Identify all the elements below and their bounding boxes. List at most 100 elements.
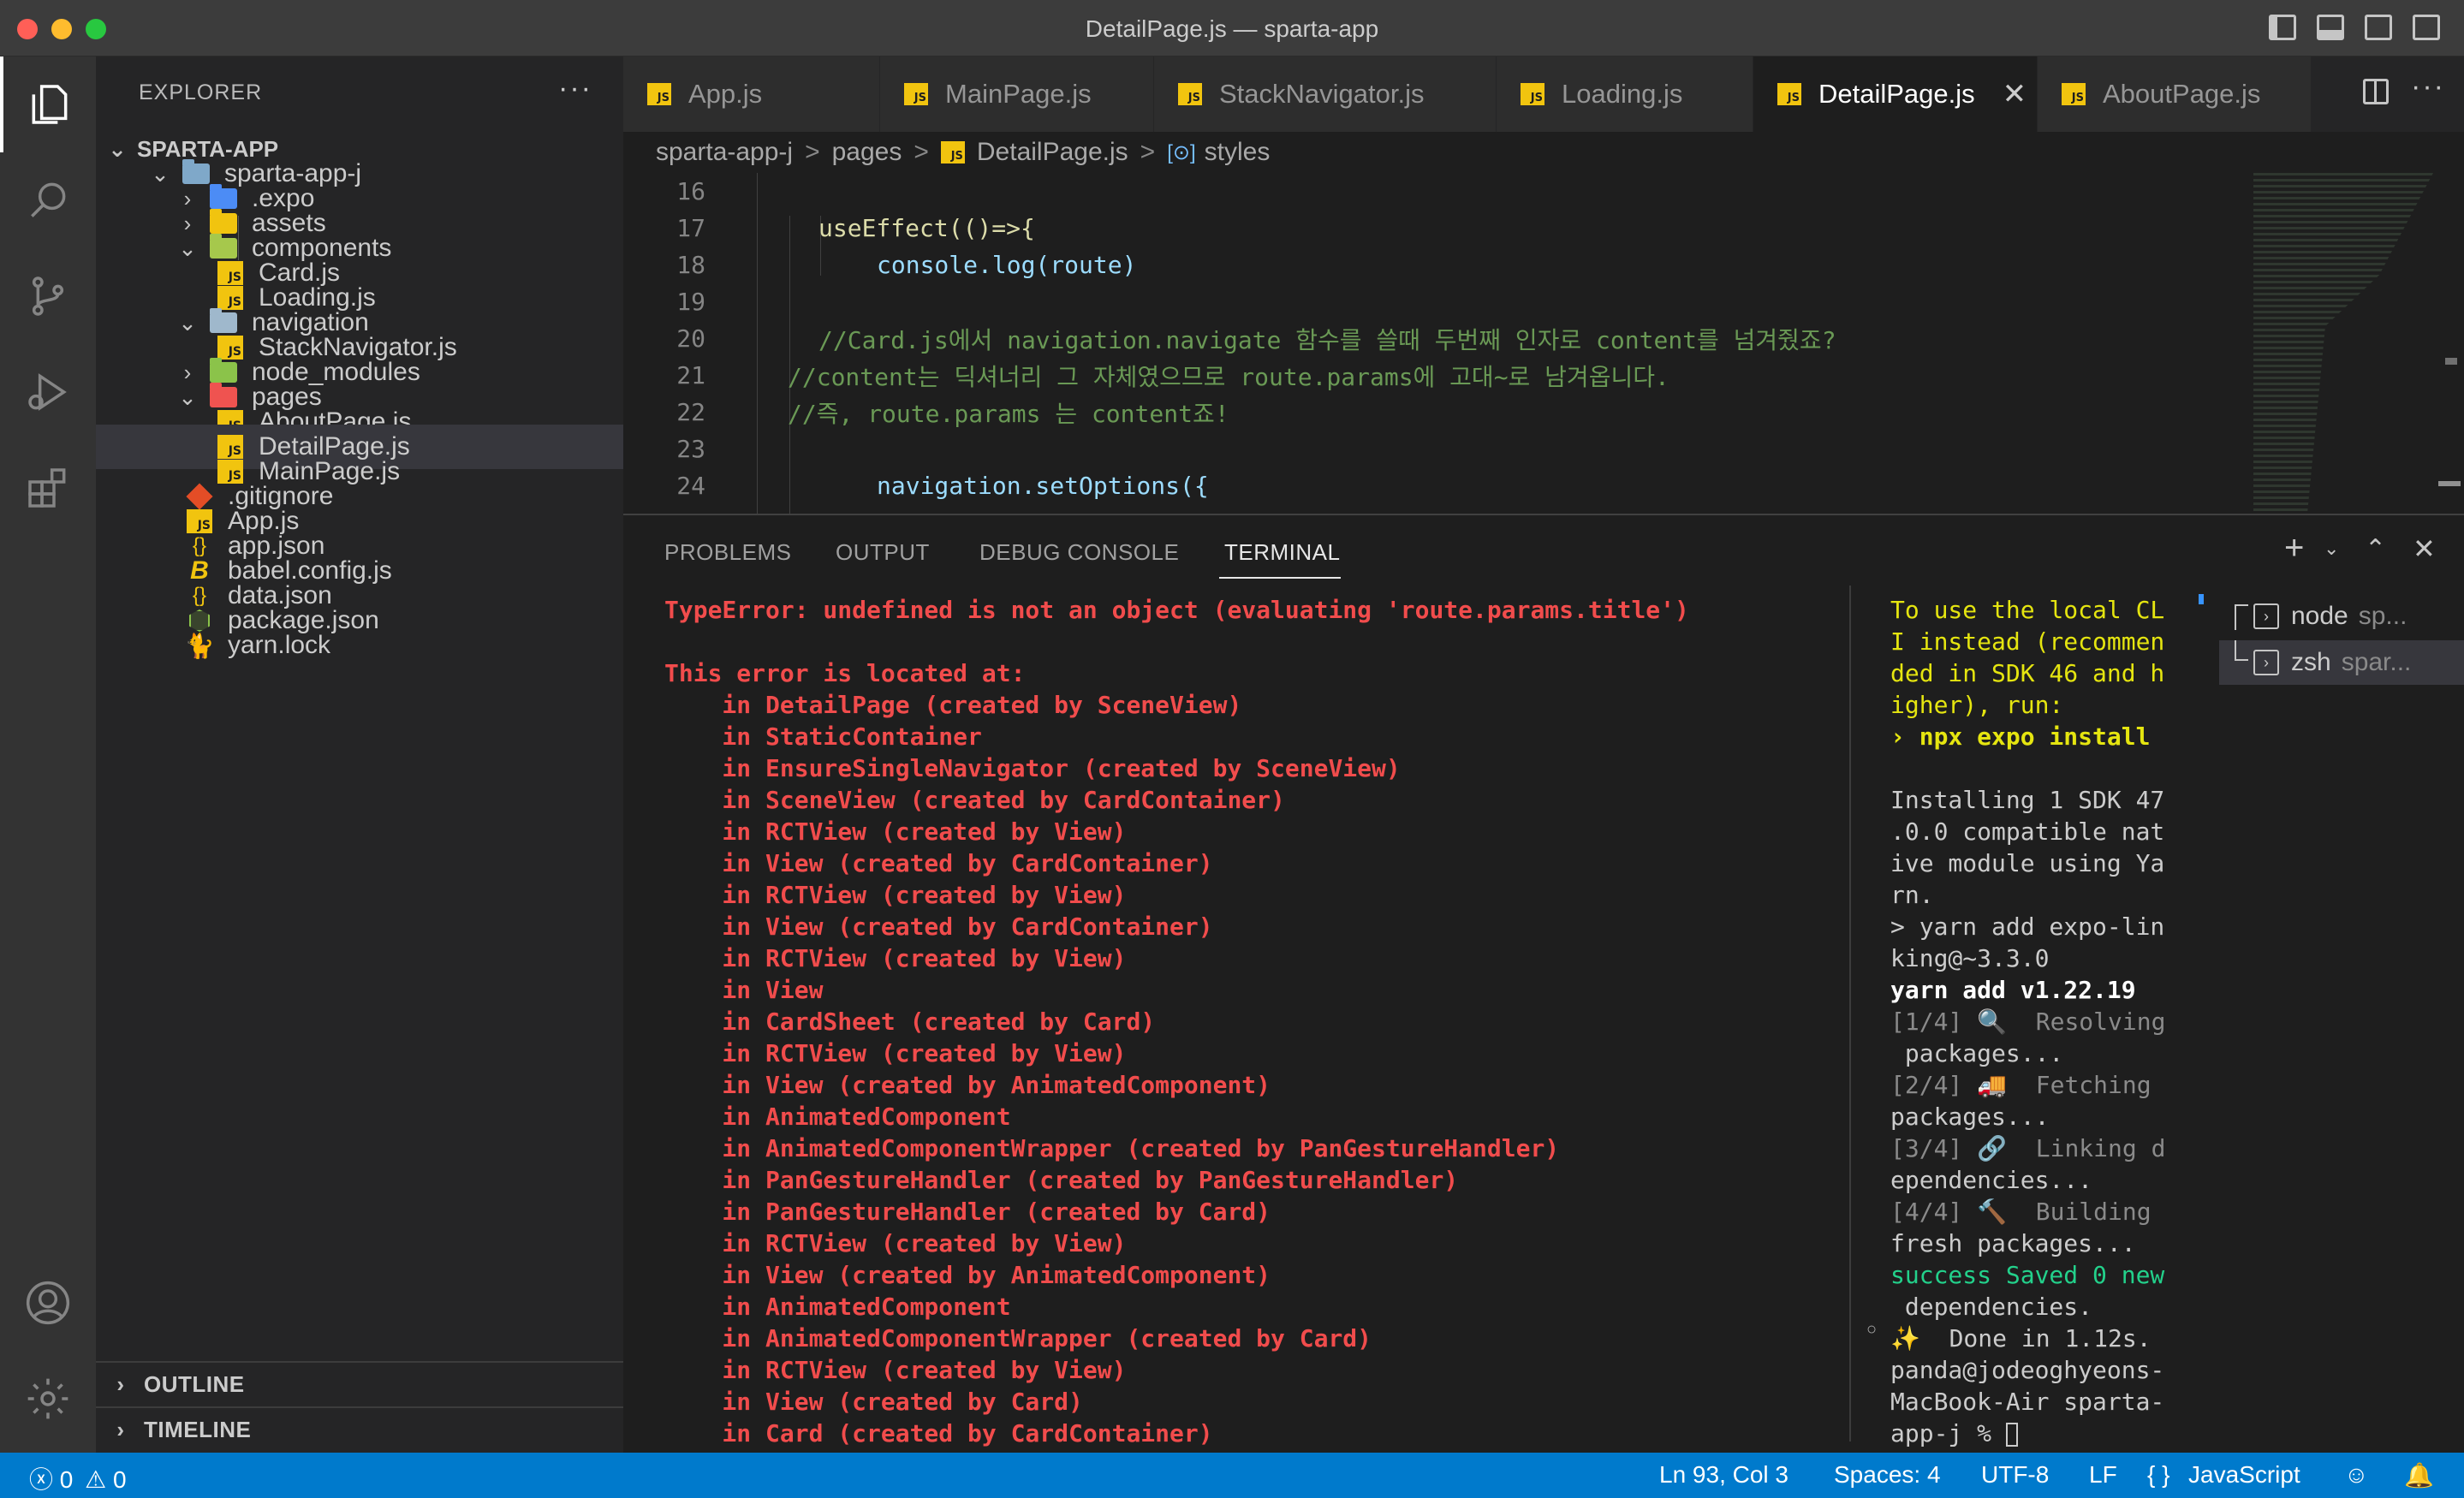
terminal-line: ✨ Done in 1.12s.	[1890, 1324, 2152, 1352]
terminal-list: › node sp... › zsh spar...	[2219, 586, 2464, 1442]
chevron-right-icon: >	[805, 138, 820, 166]
source-control-icon[interactable]	[0, 248, 96, 344]
tab-output[interactable]: OUTPUT	[836, 539, 930, 566]
editor-tab-bar: JS App.js JS MainPage.js JS StackNavigat…	[623, 56, 2464, 132]
tab-app-js[interactable]: JS App.js	[623, 56, 880, 132]
js-file-icon: JS	[1521, 83, 1544, 105]
settings-gear-icon[interactable]	[0, 1351, 96, 1447]
tab-terminal[interactable]: TERMINAL	[1224, 539, 1340, 566]
end-of-line[interactable]: LF	[2089, 1461, 2117, 1489]
search-icon[interactable]	[0, 152, 96, 248]
account-icon[interactable]	[0, 1255, 96, 1351]
terminal-line: MacBook-Air sparta-	[1890, 1388, 2165, 1416]
terminal-line: ependencies...	[1890, 1166, 2093, 1194]
chevron-down-icon[interactable]: ⌄	[2324, 538, 2339, 560]
breadcrumb: sparta-app-j > pages > JS DetailPage.js …	[623, 132, 2250, 173]
file-yarn-lock[interactable]: 🐈 yarn.lock	[96, 623, 623, 668]
indentation[interactable]: Spaces: 4	[1834, 1461, 1941, 1489]
terminal-output[interactable]: TypeError: undefined is not an object (e…	[664, 594, 1689, 1449]
minimap[interactable]	[2250, 173, 2464, 514]
minimap-preview	[2253, 173, 2433, 514]
toggle-primary-sidebar-icon[interactable]	[2269, 15, 2296, 40]
terminal-cursor	[2005, 1423, 2018, 1447]
breadcrumb-item[interactable]: pages	[832, 138, 902, 167]
breadcrumb-item[interactable]: sparta-app-j	[656, 138, 793, 167]
symbol-variable-icon: [⊙]	[1167, 140, 1196, 164]
terminal-split-divider[interactable]	[1849, 586, 1851, 1442]
terminal-item-zsh[interactable]: › zsh spar...	[2219, 640, 2464, 685]
terminal-scrollbar[interactable]	[2199, 594, 2205, 1442]
terminal-line: in StaticContainer	[664, 722, 982, 751]
more-actions-icon[interactable]: ···	[558, 72, 592, 105]
terminal-line: I instead (recommen	[1890, 627, 2165, 656]
tab-mainpage-js[interactable]: JS MainPage.js	[880, 56, 1154, 132]
terminal-line: fresh packages...	[1890, 1229, 2136, 1257]
encoding[interactable]: UTF-8	[1981, 1461, 2049, 1489]
tab-problems[interactable]: PROBLEMS	[664, 539, 792, 566]
terminal-line: igher), run:	[1890, 691, 2064, 719]
close-panel-icon[interactable]: ✕	[2413, 532, 2436, 565]
problems-indicator[interactable]: ⓧ 0 ⚠ 0	[29, 1461, 127, 1495]
breadcrumb-item[interactable]: styles	[1205, 138, 1271, 167]
terminal-line: in PanGestureHandler (created by PanGest…	[664, 1166, 1459, 1194]
terminal-line: [2/4] 🚚 Fetching	[1890, 1071, 2152, 1099]
split-editor-icon[interactable]	[2363, 79, 2389, 104]
close-icon[interactable]: ✕	[2003, 77, 2027, 111]
extensions-icon[interactable]	[0, 440, 96, 536]
tab-debug-console[interactable]: DEBUG CONSOLE	[979, 539, 1179, 566]
terminal-line: ded in SDK 46 and h	[1890, 659, 2165, 687]
toggle-secondary-sidebar-icon[interactable]	[2365, 15, 2392, 40]
explorer-icon[interactable]	[0, 56, 96, 152]
yarn-icon: 🐈	[184, 632, 215, 659]
tab-aboutpage-js[interactable]: JS AboutPage.js	[2038, 56, 2312, 132]
terminal-line: in RCTView (created by View)	[664, 1356, 1127, 1384]
breadcrumb-item[interactable]: DetailPage.js	[977, 138, 1128, 167]
terminal-line: in PanGestureHandler (created by Card)	[664, 1198, 1271, 1226]
tree-connector	[2235, 604, 2248, 630]
code-line: 19	[676, 288, 705, 316]
status-bar: ⓧ 0 ⚠ 0 Ln 93, Col 3 Spaces: 4 UTF-8 LF …	[0, 1453, 2464, 1498]
feedback-icon[interactable]: ☺	[2344, 1461, 2369, 1489]
code-line: 24 navigation.setOptions({	[676, 472, 1209, 500]
language-mode[interactable]: JavaScript	[2188, 1461, 2300, 1489]
cursor-position[interactable]: Ln 93, Col 3	[1659, 1461, 1788, 1489]
new-terminal-icon[interactable]: +	[2284, 529, 2304, 568]
tab-loading-js[interactable]: JS Loading.js	[1497, 56, 1753, 132]
scrollbar-thumb[interactable]	[2445, 358, 2457, 365]
customize-layout-icon[interactable]	[2413, 15, 2440, 40]
terminal-line: in Card (created by CardContainer)	[664, 1419, 1213, 1447]
chevron-right-icon: >	[914, 138, 929, 166]
more-actions-icon[interactable]: ···	[2411, 70, 2445, 104]
timeline-section[interactable]: › TIMELINE	[96, 1406, 623, 1451]
indent-guide	[757, 173, 758, 514]
code-editor[interactable]: 16 17 useEffect(()=>{ 18 console.log(route…	[623, 173, 2250, 514]
terminal-icon: ›	[2253, 603, 2279, 629]
terminal-line: in CardSheet (created by Card)	[664, 1008, 1156, 1036]
terminal-line: in AnimatedComponentWrapper (created by …	[664, 1134, 1560, 1162]
js-file-icon: JS	[647, 83, 671, 105]
notifications-bell-icon[interactable]: 🔔	[2404, 1461, 2434, 1489]
terminal-line: To use the local CL	[1890, 596, 2165, 624]
terminal-line: [1/4] 🔍 Resolving	[1890, 1008, 2166, 1036]
terminal-output-secondary[interactable]: To use the local CL I instead (recommen de…	[1890, 594, 2199, 1449]
terminal-icon: ›	[2253, 650, 2279, 675]
outline-section[interactable]: › OUTLINE	[96, 1361, 623, 1406]
code-line: 20//Card.js에서 navigation.navigate 함수를 쓸때…	[676, 324, 1836, 354]
chevron-right-icon: ›	[116, 1416, 125, 1442]
terminal-line: in EnsureSingleNavigator (created by Sce…	[664, 754, 1401, 782]
code-line: 18 console.log(route)	[676, 251, 1137, 279]
toggle-panel-icon[interactable]	[2317, 15, 2344, 40]
terminal-line: TypeError: undefined is not an object (e…	[664, 596, 1689, 624]
run-debug-icon[interactable]	[0, 344, 96, 440]
tree-connector	[2235, 640, 2248, 661]
code-line: 17 useEffect(()=>{	[676, 214, 1035, 242]
tab-detailpage-js[interactable]: JS DetailPage.js ✕	[1753, 56, 2038, 132]
activity-bar	[0, 56, 96, 1453]
js-file-icon: JS	[940, 141, 965, 163]
terminal-line: packages...	[1890, 1039, 2064, 1067]
tab-stacknavigator-js[interactable]: JS StackNavigator.js	[1154, 56, 1497, 132]
terminal-item-node[interactable]: › node sp...	[2219, 594, 2464, 639]
maximize-panel-icon[interactable]: ⌃	[2365, 534, 2386, 564]
terminal-line: in AnimatedComponent	[664, 1293, 1011, 1321]
